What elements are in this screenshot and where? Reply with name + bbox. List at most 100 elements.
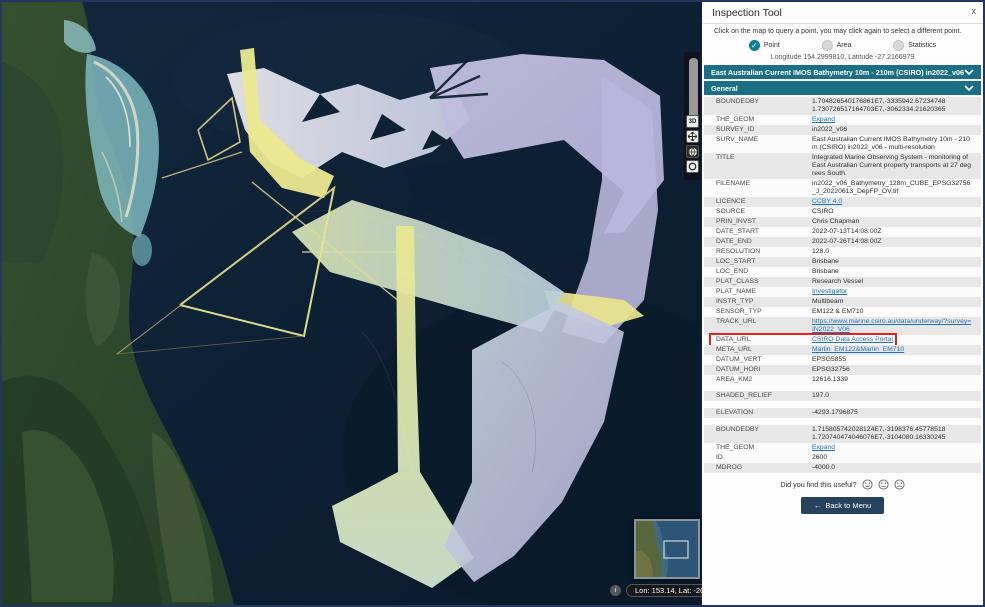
field-label: MDROG	[704, 463, 810, 473]
map-canvas[interactable]: 3D i Lon: 153.14, Lat: -26.97	[2, 2, 702, 605]
table-row-track_url: TRACK_URLhttps://www.marine.csiro.au/dat…	[704, 317, 981, 335]
field-value: Multibeam	[810, 297, 981, 307]
field-label: ELEVATION	[704, 408, 810, 418]
survey-accordion-header[interactable]: East Australian Current IMOS Bathymetry …	[704, 65, 981, 79]
table-row-data_url: DATA_URLCSIRO Data Access Portal	[704, 335, 981, 345]
field-label: TRACK_URL	[704, 317, 810, 335]
field-label: LOC_START	[704, 257, 810, 267]
feedback-sad-icon[interactable]	[894, 479, 905, 490]
table-row-resolution: RESOLUTION128.0	[704, 247, 981, 257]
inspection-tool-panel: Inspection Tool x Click on the map to qu…	[702, 2, 983, 605]
coordinate-pill: Lon: 153.14, Lat: -26.97	[626, 584, 702, 597]
back-arrow-icon: ←	[814, 501, 822, 510]
close-icon[interactable]: x	[972, 6, 977, 16]
table-row-elevation: ELEVATION-4293.1796875	[704, 408, 981, 418]
radio-selected-icon[interactable]: ✓	[749, 40, 760, 51]
field-value: 2600	[810, 453, 981, 463]
table-row-surv_name: SURV_NAMEEast Australian Current IMOS Ba…	[704, 135, 981, 153]
field-value-link[interactable]: Marlin_EM122&Marlin_EM710	[810, 345, 981, 355]
field-value: Brisbane	[810, 267, 981, 277]
instruction-text: Click on the map to query a point, you m…	[702, 24, 983, 37]
radio-icon[interactable]	[822, 40, 833, 51]
table-row-instr_typ: INSTR_TYPMultibeam	[704, 297, 981, 307]
field-value: -4000.0	[810, 463, 981, 473]
table-row-shaded_relief: SHADED_RELIEF197.0	[704, 391, 981, 401]
mode-option-point[interactable]: ✓ Point	[749, 40, 780, 51]
map-pan-icon[interactable]	[686, 130, 699, 143]
field-value: Integrated Marine Observing System - mon…	[810, 153, 981, 179]
mode-label: Statistics	[908, 42, 936, 49]
field-value-link[interactable]: CCBY 4.0	[810, 197, 981, 207]
field-value-link[interactable]: Expand	[810, 443, 981, 453]
map-globe-icon[interactable]	[686, 145, 699, 158]
general-accordion-header[interactable]: General	[704, 81, 981, 95]
table-row-title: TITLEIntegrated Marine Observing System …	[704, 153, 981, 179]
mode-label: Area	[837, 42, 852, 49]
table-row-area_km2: AREA_KM212616.1339	[704, 375, 981, 385]
field-label: SOURCE	[704, 207, 810, 217]
feedback-happy-icon[interactable]	[862, 479, 873, 490]
field-value-link[interactable]: Expand	[810, 115, 981, 125]
field-value: -4293.1796875	[810, 408, 981, 418]
field-label: INSTR_TYP	[704, 297, 810, 307]
clicked-coordinates: Longitude 154.2999810, Latitude -27.2166…	[702, 52, 983, 65]
inset-overview-map[interactable]	[634, 519, 700, 579]
field-value: EPSG5855	[810, 355, 981, 365]
field-label: DATE_START	[704, 227, 810, 237]
field-label: DATUM_HORI	[704, 365, 810, 375]
field-value: East Australian Current IMOS Bathymetry …	[810, 135, 981, 153]
chevron-down-icon	[964, 69, 974, 75]
field-value: 1.715805742028124E7,-3198376.457785181.7…	[810, 425, 981, 443]
map-3d-button[interactable]: 3D	[686, 115, 699, 128]
field-value: 197.0	[810, 391, 981, 401]
field-label: LICENCE	[704, 197, 810, 207]
field-value: in2022_v06	[810, 125, 981, 135]
info-icon[interactable]: i	[610, 585, 621, 596]
table-row-datum_vert: DATUM_VERTEPSG5855	[704, 355, 981, 365]
field-label: FILENAME	[704, 179, 810, 197]
field-label: AREA_KM2	[704, 375, 810, 385]
table-row-date_end: DATE_END2022-07-26T14:08:00Z	[704, 237, 981, 247]
field-value-link[interactable]: https://www.marine.csiro.au/data/underwa…	[810, 317, 981, 335]
mode-option-area[interactable]: Area	[822, 40, 852, 51]
field-value-link[interactable]: Investigator	[810, 287, 981, 297]
field-label: BOUNDEDBY	[704, 425, 810, 443]
field-value: CSIRO	[810, 207, 981, 217]
feedback-neutral-icon[interactable]	[878, 479, 889, 490]
table-row-the_geom: THE_GEOMExpand	[704, 115, 981, 125]
field-label: DATA_URL	[704, 335, 810, 345]
field-label: META_URL	[704, 345, 810, 355]
field-label: TITLE	[704, 153, 810, 179]
row-spacer	[704, 418, 981, 425]
radio-icon[interactable]	[893, 40, 904, 51]
mode-option-statistics[interactable]: Statistics	[893, 40, 936, 51]
table-row-source: SOURCECSIRO	[704, 207, 981, 217]
table-row-mdrog: MDROG-4000.0	[704, 463, 981, 473]
field-value: 128.0	[810, 247, 981, 257]
field-value: 2022-07-13T14:08:00Z	[810, 227, 981, 237]
map-compass-icon[interactable]	[686, 160, 699, 173]
field-value-link[interactable]: CSIRO Data Access Portal	[810, 335, 981, 345]
field-label: PLAT_CLASS	[704, 277, 810, 287]
back-to-menu-button[interactable]: ← Back to Menu	[801, 497, 884, 514]
satellite-bathymetry-map	[2, 2, 700, 605]
row-spacer	[704, 401, 981, 408]
field-value: Research Vessel	[810, 277, 981, 287]
field-label: PLAT_NAME	[704, 287, 810, 297]
table-row-plat_class: PLAT_CLASSResearch Vessel	[704, 277, 981, 287]
field-label: DATUM_VERT	[704, 355, 810, 365]
field-label: SENSOR_TYP	[704, 307, 810, 317]
general-accordion-label: General	[711, 84, 738, 93]
field-value: 1.704826540176861E7,-3335942.672347481.7…	[810, 97, 981, 115]
field-label: SURVEY_ID	[704, 125, 810, 135]
table-row-date_start: DATE_START2022-07-13T14:08:00Z	[704, 227, 981, 237]
field-label: LOC_END	[704, 267, 810, 277]
table-row-licence: LICENCECCBY 4.0	[704, 197, 981, 207]
table-row-boundedby: BOUNDEDBY1.715805742028124E7,-3198376.45…	[704, 425, 981, 443]
mode-label: Point	[764, 42, 780, 49]
field-value: EM122 & EM710	[810, 307, 981, 317]
chevron-down-icon	[964, 85, 974, 91]
table-row-plat_name: PLAT_NAMEInvestigator	[704, 287, 981, 297]
field-value: 12616.1339	[810, 375, 981, 385]
field-label: ID	[704, 453, 810, 463]
